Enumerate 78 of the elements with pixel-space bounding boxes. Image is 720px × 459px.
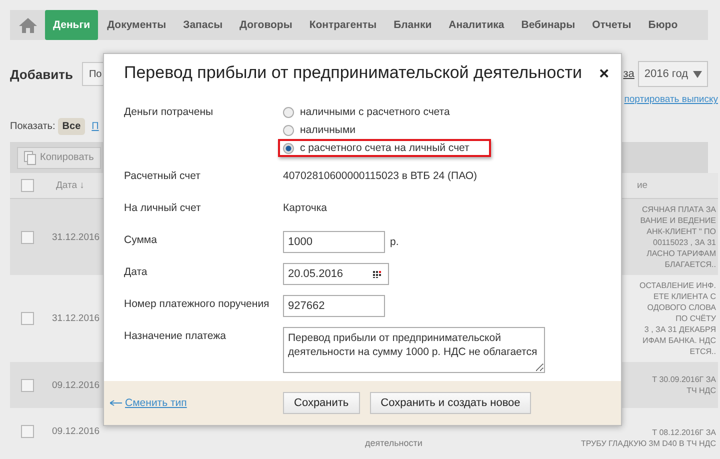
copy-button[interactable]: Копировать bbox=[17, 146, 101, 168]
date-field[interactable]: 20.05.2016 bbox=[283, 263, 389, 285]
nav-tab[interactable]: Деньги bbox=[45, 10, 98, 40]
radio-button[interactable] bbox=[283, 124, 294, 136]
nav-tab[interactable]: Аналитика bbox=[440, 10, 512, 40]
arrow-icon bbox=[110, 400, 122, 406]
table-cell: СЯЧНАЯ ПЛАТА ЗА bbox=[642, 204, 716, 215]
table-cell: 3 , ЗА 31 ДЕКАБРЯ bbox=[644, 324, 716, 335]
input-field[interactable]: 1000 bbox=[283, 231, 385, 253]
copy-icon bbox=[24, 150, 36, 164]
table-cell: 00115023 , ЗА 31 bbox=[653, 237, 716, 248]
caret-icon bbox=[693, 70, 702, 78]
checkbox[interactable] bbox=[21, 378, 34, 392]
field-label: Сумма bbox=[124, 233, 158, 246]
table-cell: ЛАСНО ТАРИФАМ bbox=[646, 248, 716, 259]
table-cell: ПО СЧЁТУ bbox=[676, 313, 716, 324]
field-label: Номер платежного поручения bbox=[124, 297, 270, 310]
field-label: Дата bbox=[124, 265, 148, 278]
dialog-title: Перевод прибыли от предпринимательской деятельности bbox=[124, 63, 583, 83]
filter-option[interactable]: П bbox=[88, 118, 103, 134]
table-cell: АНК-КЛИЕНТ " ПО bbox=[646, 226, 716, 237]
save-button[interactable]: Сохранить bbox=[283, 392, 360, 414]
radio-button[interactable] bbox=[283, 142, 294, 154]
nav-tab[interactable]: Вебинары bbox=[513, 10, 584, 40]
table-cell: ТРУБУ ГЛАДКУЮ 3М D40 В ТЧ НДС bbox=[581, 438, 716, 449]
radio-label: наличными bbox=[300, 124, 356, 136]
table-cell-text: деятельности bbox=[364, 438, 422, 449]
export-link[interactable]: портировать выписку bbox=[624, 94, 718, 108]
table-cell: БЛАГАЕТСЯ.. bbox=[664, 259, 716, 270]
nav-tab[interactable]: Бланки bbox=[386, 10, 440, 40]
field-value: 40702810600000115023 в ВТБ 24 (ПАО) bbox=[283, 169, 478, 182]
nav-tab[interactable]: Договоры bbox=[232, 10, 300, 40]
period-link[interactable]: за bbox=[623, 68, 634, 80]
table-cell-text: 31.12.2016 bbox=[51, 313, 101, 324]
table-cell: Т 30.09.2016Г ЗА bbox=[652, 374, 716, 385]
checkbox[interactable] bbox=[21, 179, 34, 192]
radio-button[interactable] bbox=[283, 106, 294, 118]
nav-tab[interactable]: Запасы bbox=[175, 10, 231, 40]
table-cell: Т 08.12.2016Г ЗА bbox=[652, 427, 716, 438]
table-cell: ОСТАВЛЕНИЕ ИНФ. bbox=[640, 280, 716, 291]
radio-label: с расчетного счета на личный счет bbox=[300, 142, 470, 154]
unit-label: р. bbox=[390, 236, 399, 248]
nav-tab[interactable]: Документы bbox=[99, 10, 174, 40]
field-value: Карточка bbox=[283, 201, 328, 214]
home-icon[interactable] bbox=[18, 17, 38, 33]
checkbox[interactable] bbox=[21, 312, 34, 325]
checkbox[interactable] bbox=[21, 424, 34, 438]
checkbox[interactable] bbox=[21, 230, 34, 244]
table-cell: ЕТСЯ.. bbox=[690, 346, 716, 357]
table-cell-text: 09.12.2016 bbox=[51, 426, 101, 436]
calendar-icon[interactable] bbox=[373, 270, 382, 278]
table-cell-text: 09.12.2016 bbox=[51, 380, 101, 390]
field-label: Назначение платежа bbox=[124, 329, 227, 342]
text-area[interactable]: Перевод прибыли от предпринимательской деятельности на сумму 1000 р. НДС не облагается bbox=[283, 327, 545, 373]
filter-option[interactable]: Все bbox=[58, 118, 85, 134]
table-cell: ВАНИЕ И ВЕДЕНИЕ bbox=[640, 215, 716, 226]
input-field[interactable]: 927662 bbox=[283, 295, 385, 317]
column-header[interactable]: Дата ↓ bbox=[42, 180, 103, 191]
nav-tab[interactable]: Отчеты bbox=[584, 10, 640, 40]
field-label: Деньги потрачены bbox=[124, 105, 214, 118]
add-label: Добавить bbox=[10, 66, 73, 82]
table-cell: ЕТЕ КЛИЕНТА С bbox=[653, 291, 716, 302]
table-cell: ТЧ НДС bbox=[686, 385, 716, 396]
nav-tab[interactable]: Бюро bbox=[640, 10, 686, 40]
radio-label: наличными с расчетного счета bbox=[300, 106, 450, 118]
nav-tab[interactable]: Контрагенты bbox=[301, 10, 385, 40]
table-cell-text: 31.12.2016 bbox=[51, 232, 101, 242]
table-cell: ОДОВОГО СЛОВА bbox=[647, 302, 716, 313]
table-cell: ИФАМ БАНКА. НДС bbox=[642, 335, 716, 346]
filter-label: Показать: bbox=[10, 120, 56, 132]
field-label: Расчетный счет bbox=[124, 169, 202, 182]
change-type-link[interactable]: Сменить тип bbox=[125, 397, 187, 409]
year-select[interactable]: 2016 год bbox=[638, 61, 708, 87]
field-label: На личный счет bbox=[124, 201, 202, 214]
close-button[interactable]: × bbox=[597, 64, 611, 82]
save-button[interactable]: Сохранить и создать новое bbox=[370, 392, 532, 414]
column-header: ие bbox=[637, 180, 648, 191]
add-button[interactable]: По bbox=[82, 62, 106, 86]
